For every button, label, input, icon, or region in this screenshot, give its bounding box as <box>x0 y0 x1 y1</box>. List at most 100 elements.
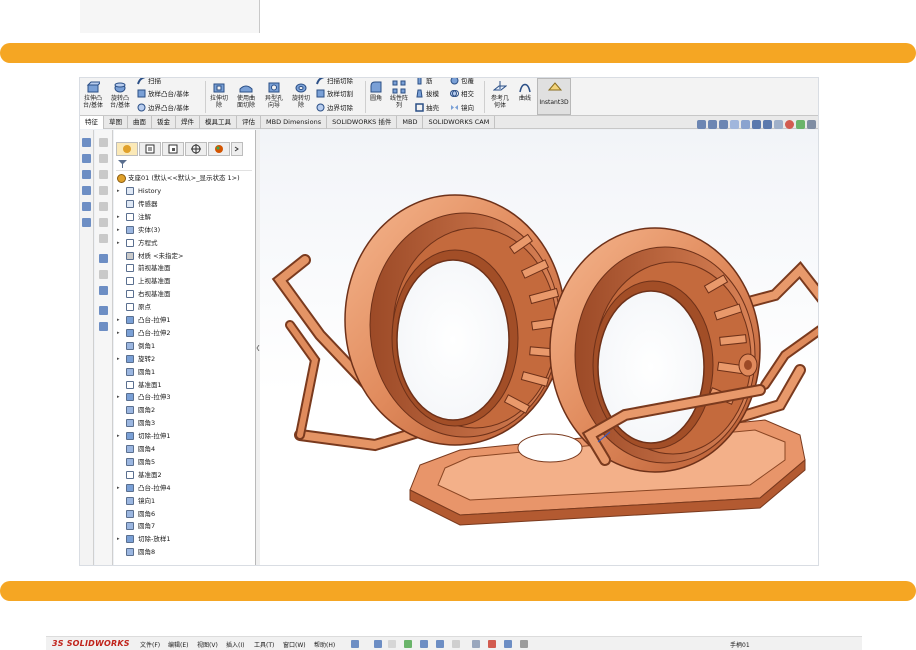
tree-item[interactable]: 前视基准面 <box>114 262 255 274</box>
curves-button[interactable]: 曲线 <box>515 78 535 114</box>
sketch-pattern-icon[interactable] <box>99 202 108 211</box>
tree-item[interactable]: ▸ 注解 <box>114 211 255 223</box>
tab-mbd[interactable]: MBD <box>397 116 424 129</box>
tree-item[interactable]: ▸ 凸台-拉伸1 <box>114 314 255 326</box>
menu-tools[interactable]: 工具(T) <box>254 640 274 649</box>
tree-item[interactable]: ▸ 凸台-拉伸4 <box>114 482 255 494</box>
select-icon[interactable] <box>472 640 480 648</box>
mirror-button[interactable]: 镜向 <box>450 102 474 112</box>
tree-item[interactable]: 圆角3 <box>114 417 255 429</box>
surface-cut-button[interactable]: 使用曲 面切除 <box>233 78 259 114</box>
linear-pattern-button[interactable]: 线性阵 列 <box>387 78 411 114</box>
hide-show-items-icon[interactable] <box>774 119 783 129</box>
point-icon[interactable] <box>99 138 108 147</box>
tree-item[interactable]: 圆角4 <box>114 443 255 455</box>
tree-item[interactable]: 圆角8 <box>114 546 255 558</box>
sweep-boss-button[interactable]: 扫描 <box>137 78 161 85</box>
reference-geometry-button[interactable]: 参考几 何体 <box>487 78 513 114</box>
expand-arrow-icon[interactable]: ▸ <box>117 224 120 236</box>
tree-item[interactable]: 右视基准面 <box>114 288 255 300</box>
tab-features[interactable]: 特征 <box>80 116 104 129</box>
tab-evaluate[interactable]: 评估 <box>237 116 261 129</box>
section-view-icon[interactable] <box>730 119 739 129</box>
tab-solidworks-cam[interactable]: SOLIDWORKS CAM <box>423 116 496 129</box>
rib-button[interactable]: 筋 <box>415 78 433 85</box>
extrude-boss-button[interactable]: 拉伸凸 台/基体 <box>81 78 105 114</box>
tree-item[interactable]: 圆角6 <box>114 508 255 520</box>
expand-arrow-icon[interactable]: ▸ <box>117 314 120 326</box>
save-icon[interactable] <box>420 640 428 648</box>
tree-item[interactable]: 圆角2 <box>114 404 255 416</box>
tab-weldments[interactable]: 焊件 <box>176 116 200 129</box>
line-icon[interactable] <box>82 170 91 179</box>
tree-item[interactable]: 圆角5 <box>114 456 255 468</box>
instant3d-button[interactable]: Instant3D <box>537 78 571 115</box>
zoom-area-icon[interactable] <box>708 119 717 129</box>
expand-arrow-icon[interactable]: ▸ <box>117 533 120 545</box>
menu-file[interactable]: 文件(F) <box>140 640 160 649</box>
tree-item[interactable]: ▸ 方程式 <box>114 237 255 249</box>
sketch-icon[interactable] <box>82 138 91 147</box>
shell-button[interactable]: 抽壳 <box>415 102 439 112</box>
fillet-button[interactable]: 圆角 <box>367 78 385 114</box>
expand-arrow-icon[interactable]: ▸ <box>117 237 120 249</box>
tab-sketch[interactable]: 草图 <box>104 116 128 129</box>
draft-button[interactable]: 拔模 <box>415 88 439 98</box>
move-entities-icon[interactable] <box>99 218 108 227</box>
tree-item[interactable]: 基准面2 <box>114 469 255 481</box>
trim-icon[interactable] <box>99 154 108 163</box>
arc-icon[interactable] <box>82 202 91 211</box>
previous-view-icon[interactable] <box>719 119 728 129</box>
tree-item[interactable]: ▸ 凸台-拉伸3 <box>114 391 255 403</box>
tab-sheet-metal[interactable]: 钣金 <box>152 116 176 129</box>
intersect-button[interactable]: 相交 <box>450 88 474 98</box>
sweep-cut-button[interactable]: 扫描切除 <box>316 78 353 85</box>
tree-item[interactable]: ▸ 凸台-拉伸2 <box>114 327 255 339</box>
tree-item[interactable]: 圆角7 <box>114 520 255 532</box>
filter-icon[interactable] <box>118 160 127 169</box>
shaded-sketch-icon[interactable] <box>99 322 108 331</box>
configuration-manager-tab[interactable] <box>162 142 184 156</box>
menu-help[interactable]: 帮助(H) <box>314 640 335 649</box>
tree-item[interactable]: 镜向1 <box>114 495 255 507</box>
expand-arrow-icon[interactable]: ▸ <box>117 211 120 223</box>
file-properties-icon[interactable] <box>504 640 512 648</box>
dynamic-annotation-icon[interactable] <box>741 119 750 129</box>
spline-icon[interactable] <box>82 218 91 227</box>
instant2d-icon[interactable] <box>99 306 108 315</box>
tab-solidworks-addins[interactable]: SOLIDWORKS 插件 <box>327 116 398 129</box>
tree-item[interactable]: 原点 <box>114 301 255 313</box>
tree-item[interactable]: ▸ 旋转2 <box>114 353 255 365</box>
expand-arrow-icon[interactable]: ▸ <box>117 482 120 494</box>
display-style-icon[interactable] <box>763 119 772 129</box>
hole-wizard-button[interactable]: 异型孔 向导 <box>261 78 287 114</box>
view-settings-icon[interactable] <box>807 119 816 129</box>
mirror-entities-icon[interactable] <box>99 186 108 195</box>
expand-arrow-icon[interactable]: ▸ <box>117 327 120 339</box>
expand-arrow-icon[interactable]: ▸ <box>117 391 120 403</box>
smart-dimension-icon[interactable] <box>82 154 91 163</box>
tree-item[interactable]: 上视基准面 <box>114 275 255 287</box>
menu-insert[interactable]: 插入(I) <box>226 640 244 649</box>
tree-item[interactable]: 传感器 <box>114 198 255 210</box>
repair-sketch-icon[interactable] <box>99 254 108 263</box>
loft-boss-button[interactable]: 放样凸台/基体 <box>137 88 189 98</box>
menu-view[interactable]: 视图(V) <box>197 640 218 649</box>
tab-surfaces[interactable]: 曲面 <box>128 116 152 129</box>
rapid-sketch-icon[interactable] <box>99 286 108 295</box>
pin-icon[interactable] <box>351 640 359 648</box>
boundary-cut-button[interactable]: 边界切除 <box>316 102 353 112</box>
property-manager-tab[interactable] <box>139 142 161 156</box>
menu-window[interactable]: 窗口(W) <box>283 640 306 649</box>
new-document-icon[interactable] <box>388 640 396 648</box>
undo-icon[interactable] <box>452 640 460 648</box>
edit-appearance-icon[interactable] <box>785 119 794 129</box>
home-icon[interactable] <box>374 640 382 648</box>
feature-manager-tab[interactable] <box>116 142 138 156</box>
tree-item[interactable]: ▸ 切除-放样1 <box>114 533 255 545</box>
revolve-cut-button[interactable]: 旋转切 除 <box>289 78 313 114</box>
expand-arrow-icon[interactable]: ▸ <box>117 185 120 197</box>
more-tabs-chevron[interactable] <box>231 142 243 156</box>
wrap-button[interactable]: 包覆 <box>450 78 474 85</box>
open-icon[interactable] <box>404 640 412 648</box>
